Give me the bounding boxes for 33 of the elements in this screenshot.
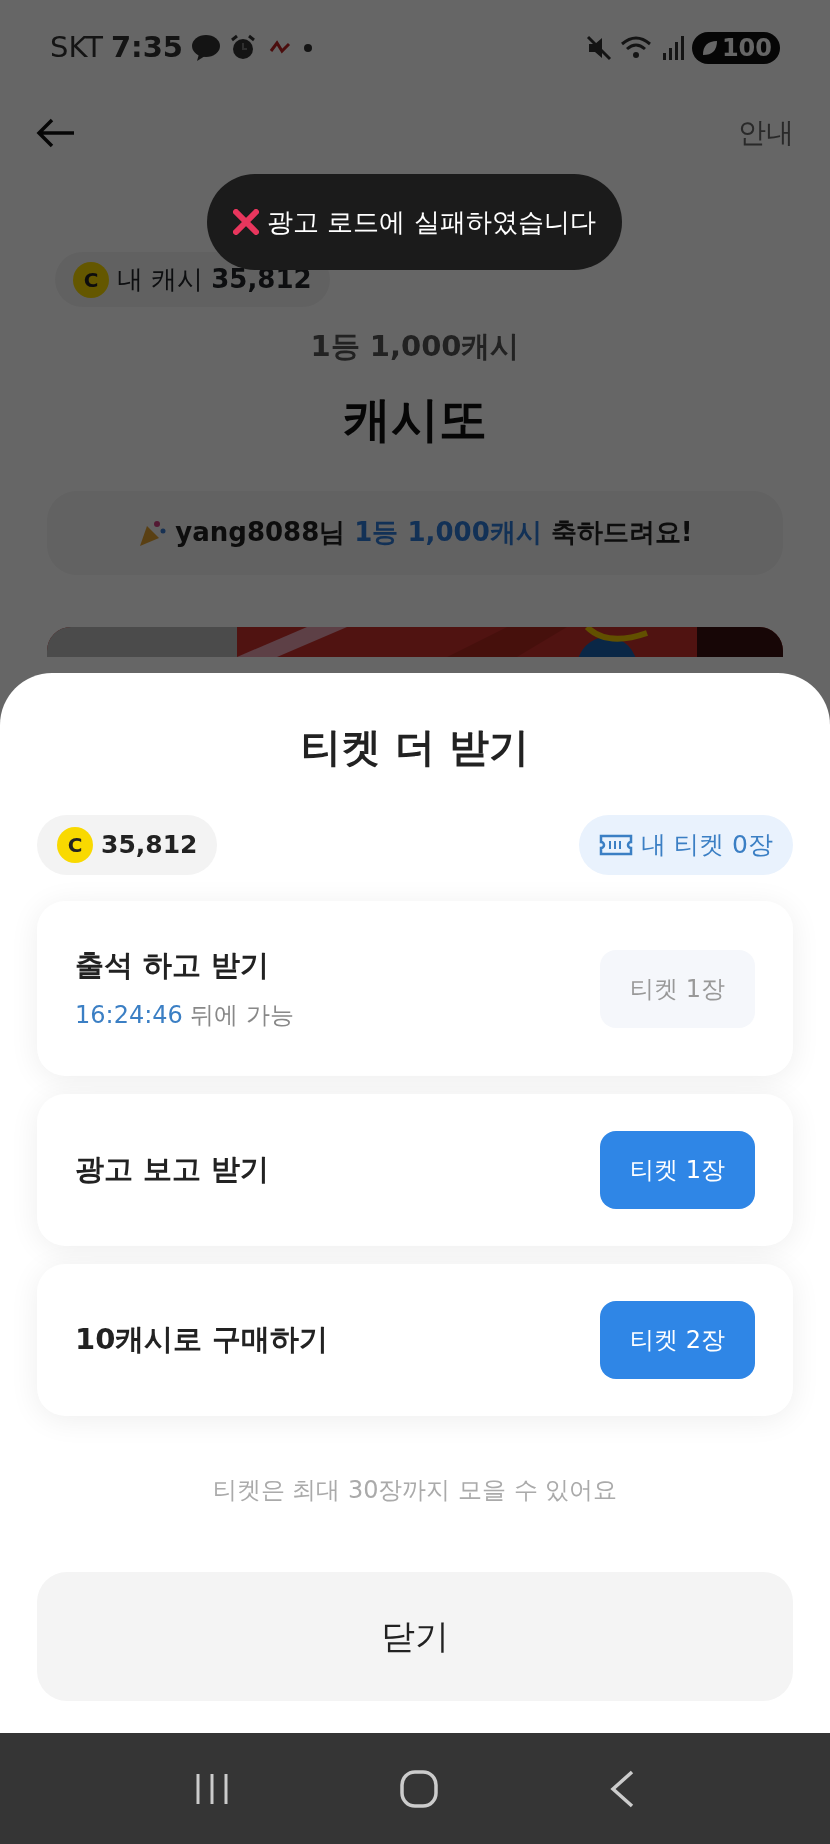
toast-message: 광고 로드에 실패하였습니다 — [267, 205, 596, 239]
option-title: 출석 하고 받기 — [75, 947, 270, 982]
option-title: 10캐시로 구매하기 — [75, 1322, 329, 1357]
notification-dot-icon — [303, 42, 314, 53]
chat-bubble-icon — [191, 33, 222, 62]
muted-speaker-icon — [585, 34, 612, 61]
ticket-count: 내 티켓 0장 — [641, 829, 773, 862]
alarm-clock-icon — [229, 33, 258, 62]
carrier-name: SKT — [50, 28, 103, 66]
winner-message: yang8088님 1등 1,000캐시 축하드려요! — [175, 516, 693, 549]
sheet-title: 티켓 더 받기 — [301, 724, 529, 770]
cash-amount: 35,812 — [101, 829, 198, 862]
back-arrow-icon — [36, 116, 76, 149]
clock-time: 7:35 — [110, 28, 184, 66]
cash-label: 내 캐시 — [117, 263, 204, 296]
limit-note: 티켓은 최대 30장까지 모을 수 있어요 — [212, 1476, 618, 1504]
page-title: 캐시또 — [343, 390, 487, 447]
close-button[interactable]: 닫기 — [37, 1572, 793, 1701]
availability-text: 16:24:46 뒤에 가능 — [75, 1000, 295, 1032]
info-link[interactable]: 안내 — [738, 111, 794, 154]
signal-icon — [661, 34, 684, 61]
reward-button[interactable]: 티켓 1장 — [600, 1131, 755, 1209]
option-title: 광고 보고 받기 — [75, 1152, 270, 1187]
battery-indicator: 100 — [691, 31, 780, 64]
ticket-icon — [599, 833, 634, 857]
prize-label: 1등 1,000캐시 — [310, 329, 520, 363]
recent-apps-icon — [194, 1771, 231, 1806]
reward-button[interactable]: 티켓 2장 — [600, 1301, 755, 1379]
close-icon — [233, 209, 260, 235]
home-icon — [399, 1768, 439, 1809]
coin-icon: C — [73, 261, 109, 298]
coin-icon: C — [57, 827, 93, 863]
back-button[interactable] — [36, 116, 76, 149]
